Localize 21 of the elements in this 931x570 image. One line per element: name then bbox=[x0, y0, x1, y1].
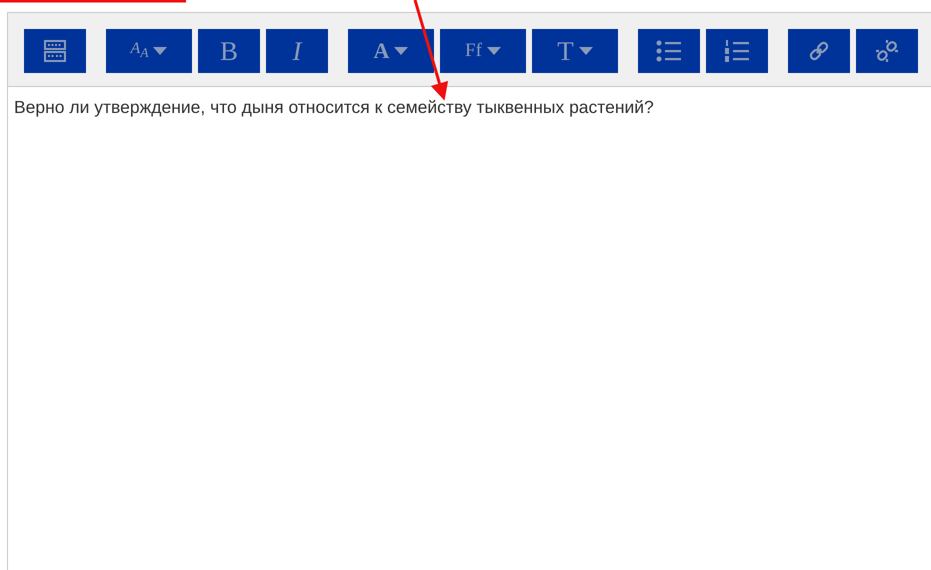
font-family-button[interactable]: Ff bbox=[440, 29, 526, 73]
font-size-button[interactable]: T bbox=[532, 29, 618, 73]
keyboard-icon bbox=[43, 39, 67, 63]
caret-icon bbox=[153, 47, 168, 55]
link-button[interactable] bbox=[788, 29, 850, 73]
caret-icon bbox=[486, 47, 501, 55]
bold-button[interactable]: B bbox=[198, 29, 260, 73]
italic-button[interactable]: I bbox=[266, 29, 328, 73]
style-button[interactable]: A$_{A}$ bbox=[106, 29, 192, 73]
question-text: Верно ли утверждение, что дыня относится к семейству тыквенных растений? bbox=[14, 97, 655, 118]
bullet-list-icon bbox=[656, 39, 682, 63]
unlink-button[interactable] bbox=[856, 29, 918, 73]
numbered-list-icon bbox=[724, 39, 750, 63]
caret-icon bbox=[578, 47, 593, 55]
toolbar-toggle-button[interactable] bbox=[24, 29, 86, 73]
link-icon bbox=[807, 39, 831, 63]
font-color-button[interactable]: A bbox=[348, 29, 434, 73]
bullet-list-button[interactable] bbox=[638, 29, 700, 73]
caret-icon bbox=[394, 47, 408, 55]
numbered-list-button[interactable] bbox=[706, 29, 768, 73]
unlink-icon bbox=[874, 38, 900, 64]
